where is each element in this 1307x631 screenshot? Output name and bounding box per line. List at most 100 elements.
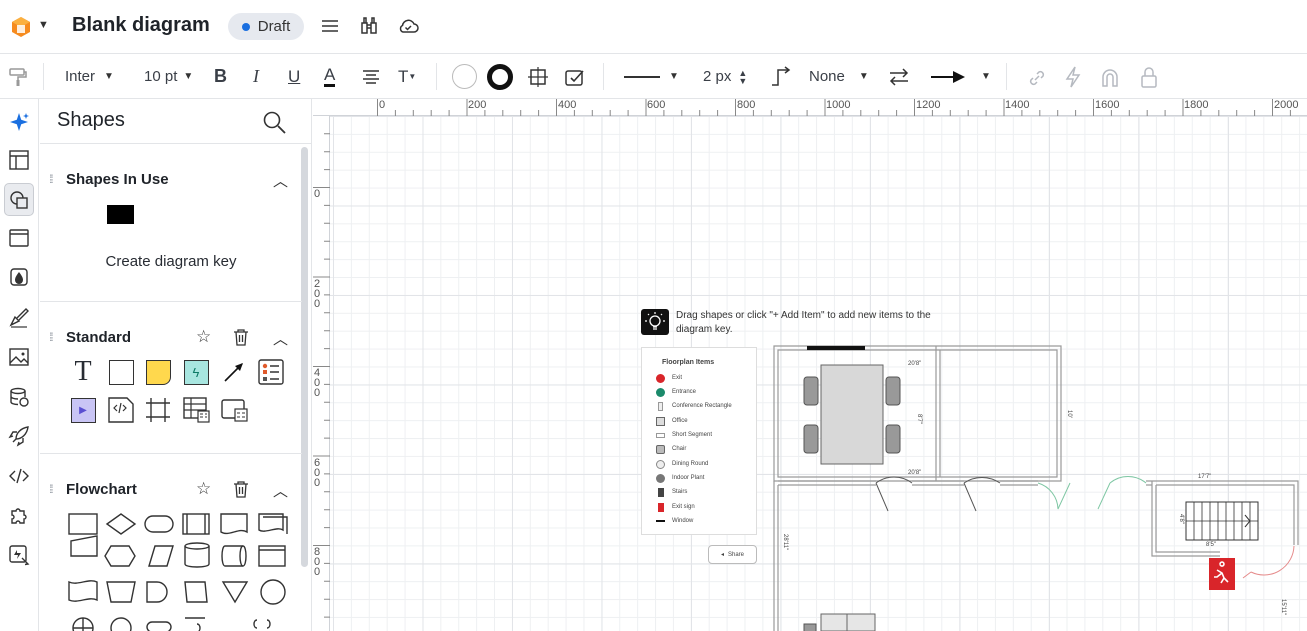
- document-title[interactable]: Blank diagram: [72, 14, 210, 37]
- italic-icon[interactable]: I: [253, 54, 259, 99]
- bold-icon[interactable]: B: [214, 54, 227, 99]
- image-icon[interactable]: [4, 342, 34, 372]
- drag-handle-icon[interactable]: ⁞⁞: [49, 330, 53, 344]
- arrow-start-select[interactable]: None ▼: [809, 54, 869, 99]
- create-diagram-key-link[interactable]: Create diagram key: [40, 253, 302, 270]
- ruler-label: 400: [314, 367, 321, 399]
- key-item: Entrance: [656, 387, 696, 397]
- ruler-label: 800: [314, 546, 321, 578]
- section-title-shapes-in-use[interactable]: Shapes In Use: [66, 171, 169, 188]
- cloud-saved-icon[interactable]: [396, 14, 420, 38]
- dimension-label: 4'8": [1178, 514, 1184, 524]
- magnet-icon[interactable]: [1099, 67, 1121, 89]
- trash-icon[interactable]: [233, 328, 249, 346]
- action-block-icon[interactable]: ϟ: [182, 358, 210, 386]
- ruler-left: 0 200 400 600 800: [313, 116, 330, 631]
- ai-sparkle-icon[interactable]: [4, 107, 34, 137]
- dimension-label: 8'5": [1206, 542, 1216, 548]
- fill-color-icon[interactable]: [452, 64, 477, 89]
- drag-handle-icon[interactable]: ⁞⁞: [49, 172, 53, 186]
- shape-in-use-rectangle[interactable]: [107, 205, 134, 224]
- ruler-label: 200: [468, 99, 487, 111]
- lock-icon[interactable]: [1139, 66, 1159, 88]
- arrow-end-icon: [931, 70, 965, 83]
- dimension-label: 28'11": [782, 534, 788, 550]
- floorplan[interactable]: 20'8" 20'8" 17'7" 8'5" 8'7" 10' 4'8" 28'…: [768, 344, 1307, 631]
- dimension-label: 20'8": [908, 470, 921, 476]
- underline-icon[interactable]: U: [288, 54, 300, 99]
- status-dot-icon: [241, 22, 250, 31]
- text-color-icon[interactable]: A: [324, 54, 336, 99]
- panel-scrollbar[interactable]: [301, 147, 308, 567]
- card-shape-icon[interactable]: [220, 396, 248, 424]
- database-icon[interactable]: [4, 382, 34, 412]
- text-options-icon[interactable]: T ▼: [398, 54, 416, 99]
- line-width-select[interactable]: 2 px ▲ ▼: [703, 54, 747, 99]
- draw-icon[interactable]: [4, 302, 34, 332]
- menu-icon[interactable]: [318, 14, 342, 38]
- ruler-label: 2000: [1274, 99, 1299, 111]
- data-icon[interactable]: [4, 262, 34, 292]
- font-family-value: Inter: [65, 68, 96, 85]
- ruler-label: 1200: [916, 99, 941, 111]
- sticky-note-icon[interactable]: [144, 358, 172, 386]
- text-shape-icon[interactable]: T: [69, 356, 97, 387]
- ruler-label: 0: [314, 188, 321, 200]
- frames-icon[interactable]: [4, 223, 34, 253]
- section-title-flowchart[interactable]: Flowchart: [66, 481, 137, 498]
- swap-arrows-icon[interactable]: [887, 66, 911, 88]
- templates-icon[interactable]: [4, 145, 34, 175]
- tip-text: Drag shapes or click "+ Add Item" to add…: [676, 310, 931, 335]
- key-item: Exit: [656, 373, 682, 383]
- chevron-up-icon[interactable]: ︿: [273, 170, 288, 191]
- key-item: Window: [656, 516, 693, 526]
- section-title-standard[interactable]: Standard: [66, 329, 131, 346]
- code-block-icon[interactable]: [107, 396, 135, 424]
- style-check-icon[interactable]: [563, 65, 587, 89]
- frame-shape-icon[interactable]: [144, 396, 172, 424]
- search-icon[interactable]: [262, 110, 287, 135]
- font-family-select[interactable]: Inter ▼: [65, 54, 114, 99]
- binoculars-icon[interactable]: [357, 14, 381, 38]
- rectangle-shape-icon[interactable]: [107, 358, 135, 386]
- arrow-line-icon[interactable]: [220, 358, 248, 386]
- table-shape-icon[interactable]: [182, 396, 210, 424]
- dimension-label: 20'8": [908, 361, 921, 367]
- quick-actions-icon[interactable]: [4, 540, 34, 570]
- diagram-canvas[interactable]: 0 200 400 600 800 1000 1200 1400 1600 18…: [313, 99, 1307, 631]
- trash-icon[interactable]: [233, 480, 249, 498]
- shapes-icon[interactable]: [4, 183, 34, 216]
- ruler-label: 400: [558, 99, 577, 111]
- font-size-select[interactable]: 10 pt ▼: [144, 54, 193, 99]
- crop-icon[interactable]: [527, 66, 549, 88]
- lightning-icon[interactable]: [1063, 66, 1083, 88]
- lucid-logo-icon[interactable]: [10, 16, 32, 38]
- ruler-label: 0: [379, 99, 386, 111]
- line-shape-icon[interactable]: [769, 65, 793, 89]
- diagram-key[interactable]: Floorplan Items Exit Entrance Conference…: [641, 347, 757, 535]
- star-icon[interactable]: ☆: [196, 327, 211, 347]
- chevron-up-icon[interactable]: ︿: [273, 328, 288, 349]
- format-painter-icon[interactable]: [7, 66, 29, 88]
- arrow-end-select[interactable]: ▼: [931, 54, 991, 99]
- flowchart-shapes-grid[interactable]: [67, 512, 302, 631]
- star-icon[interactable]: ☆: [196, 479, 211, 499]
- status-badge[interactable]: Draft: [228, 13, 304, 40]
- chevron-down-icon[interactable]: ▼: [38, 19, 49, 31]
- chevron-up-icon[interactable]: ︿: [273, 480, 288, 501]
- line-style-select[interactable]: ▼: [624, 54, 679, 99]
- link-icon[interactable]: [1026, 67, 1048, 89]
- key-title: Floorplan Items: [662, 359, 715, 366]
- line-color-icon[interactable]: [487, 64, 513, 90]
- integrations-puzzle-icon[interactable]: [4, 500, 34, 530]
- rocket-icon[interactable]: [4, 421, 34, 451]
- list-shape-icon[interactable]: [257, 358, 285, 386]
- video-shape-icon[interactable]: ▶: [69, 396, 97, 424]
- drag-handle-icon[interactable]: ⁞⁞: [49, 482, 53, 496]
- dimension-label: 10': [1066, 410, 1072, 418]
- code-icon[interactable]: [4, 461, 34, 491]
- align-icon[interactable]: [361, 67, 381, 87]
- share-key-button[interactable]: ◂ Share: [708, 545, 757, 564]
- key-item: Short Segment: [656, 430, 712, 440]
- title-bar: ▼ Blank diagram Draft: [0, 0, 1307, 54]
